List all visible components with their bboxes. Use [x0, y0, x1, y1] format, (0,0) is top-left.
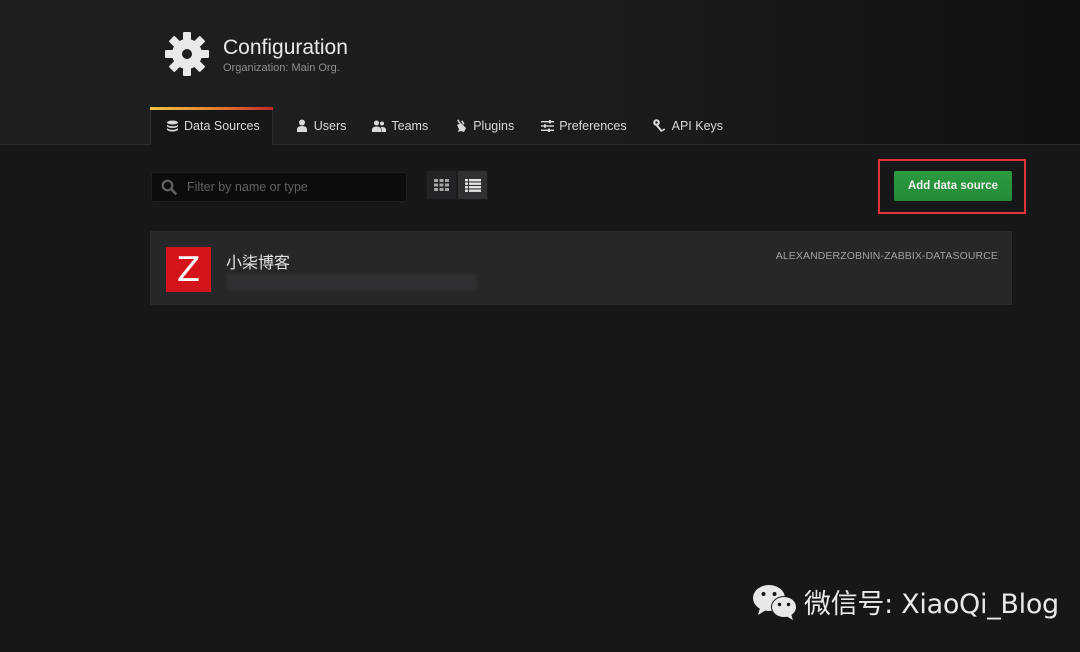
datasource-card[interactable]: Z 小柒博客 ALEXANDERZOBNIN-ZABBIX-DATASOURCE: [150, 231, 1012, 305]
config-tabs: Data Sources Users Teams Plugins Prefere…: [150, 107, 735, 145]
wechat-icon: [753, 584, 797, 620]
page-title-area: Configuration Organization: Main Org.: [163, 30, 348, 78]
filter-input[interactable]: [185, 179, 389, 195]
tab-label: Teams: [391, 118, 429, 133]
configuration-page: Configuration Organization: Main Org. Da…: [0, 0, 1080, 652]
tab-data-sources[interactable]: Data Sources: [150, 107, 273, 145]
grid-icon: [434, 179, 449, 191]
datasource-url-redacted: [226, 274, 477, 290]
watermark: 微信号: XiaoQi_Blog: [752, 582, 1059, 621]
tab-label: Users: [313, 118, 347, 133]
datasource-type: ALEXANDERZOBNIN-ZABBIX-DATASOURCE: [775, 250, 998, 262]
datasource-name: 小柒博客: [226, 255, 291, 272]
tab-plugins[interactable]: Plugins: [440, 107, 526, 144]
tab-teams[interactable]: Teams: [358, 107, 440, 144]
list-view-button[interactable]: [457, 170, 488, 200]
tab-users[interactable]: Users: [281, 107, 359, 144]
page-subtitle: Organization: Main Org.: [223, 61, 340, 74]
add-data-source-button[interactable]: Add data source: [894, 171, 1012, 201]
sliders-icon: [540, 119, 554, 133]
grid-view-button[interactable]: [426, 170, 457, 200]
tab-api-keys[interactable]: API Keys: [639, 107, 735, 144]
watermark-text: 微信号: XiaoQi_Blog: [804, 589, 1059, 620]
filter-box: [151, 172, 407, 202]
tab-label: API Keys: [671, 118, 724, 133]
database-icon: [165, 119, 179, 133]
users-icon: [372, 119, 387, 133]
key-icon: [653, 118, 667, 133]
gear-icon: [165, 32, 209, 76]
tab-preferences[interactable]: Preferences: [526, 107, 638, 144]
tab-label: Preferences: [559, 118, 627, 133]
list-icon: [464, 178, 481, 192]
plug-icon: [454, 119, 468, 133]
user-icon: [295, 119, 309, 133]
tab-label: Data Sources: [184, 119, 260, 133]
page-title: Configuration: [223, 35, 348, 59]
zabbix-logo-icon: Z: [166, 247, 211, 292]
tab-label: Plugins: [473, 118, 515, 133]
search-icon: [161, 179, 177, 195]
view-mode-toggle: [426, 170, 488, 200]
